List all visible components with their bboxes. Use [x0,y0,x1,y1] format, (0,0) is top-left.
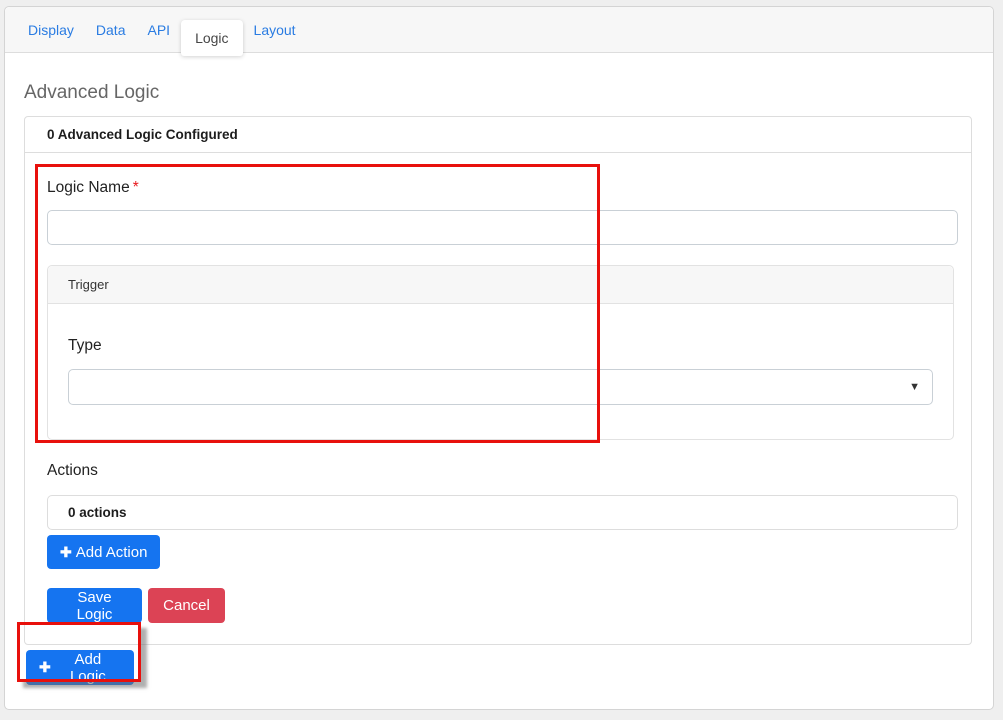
required-asterisk: * [132,179,139,196]
logic-count-header: 0 Advanced Logic Configured [25,117,971,153]
tab-layout[interactable]: Layout [243,7,307,53]
logic-name-input[interactable] [47,210,958,245]
actions-label: Actions [47,462,98,479]
caret-down-icon: ▼ [909,380,920,393]
actions-count-text: 0 actions [68,505,127,520]
trigger-panel: Trigger Type ▼ [47,265,954,440]
logic-name-label: Logic Name * [47,179,956,197]
trigger-type-label: Type [68,337,102,354]
page-container: Display Data API Logic Layout Advanced L… [4,6,994,710]
add-logic-button[interactable]: ✚ Add Logic [26,650,134,685]
save-logic-button[interactable]: Save Logic [47,588,142,623]
plus-icon: ✚ [60,543,72,560]
trigger-type-select[interactable]: ▼ [68,369,933,405]
tab-display[interactable]: Display [17,7,85,53]
form-button-row: Save Logic Cancel [47,588,956,623]
plus-icon: ✚ [39,659,51,675]
add-logic-area: ✚ Add Logic [26,650,993,685]
actions-count-box: 0 actions [47,495,958,530]
page-title: Advanced Logic [24,82,160,103]
add-logic-label: Add Logic [69,650,106,685]
add-action-label: Add Action [75,543,148,561]
cancel-button[interactable]: Cancel [148,588,225,623]
tab-logic[interactable]: Logic [181,20,243,56]
add-action-button[interactable]: ✚ Add Action [47,535,161,569]
tab-bar: Display Data API Logic Layout [5,7,993,56]
tab-api[interactable]: API [136,7,181,53]
logic-name-label-text: Logic Name [47,179,130,196]
logic-form: Logic Name * Trigger Type ▼ Actions 0 act… [25,153,971,644]
tab-data[interactable]: Data [85,7,137,53]
advanced-logic-panel: 0 Advanced Logic Configured Logic Name * … [24,116,972,645]
trigger-panel-body: Type ▼ [48,304,953,439]
trigger-panel-header: Trigger [48,266,953,304]
